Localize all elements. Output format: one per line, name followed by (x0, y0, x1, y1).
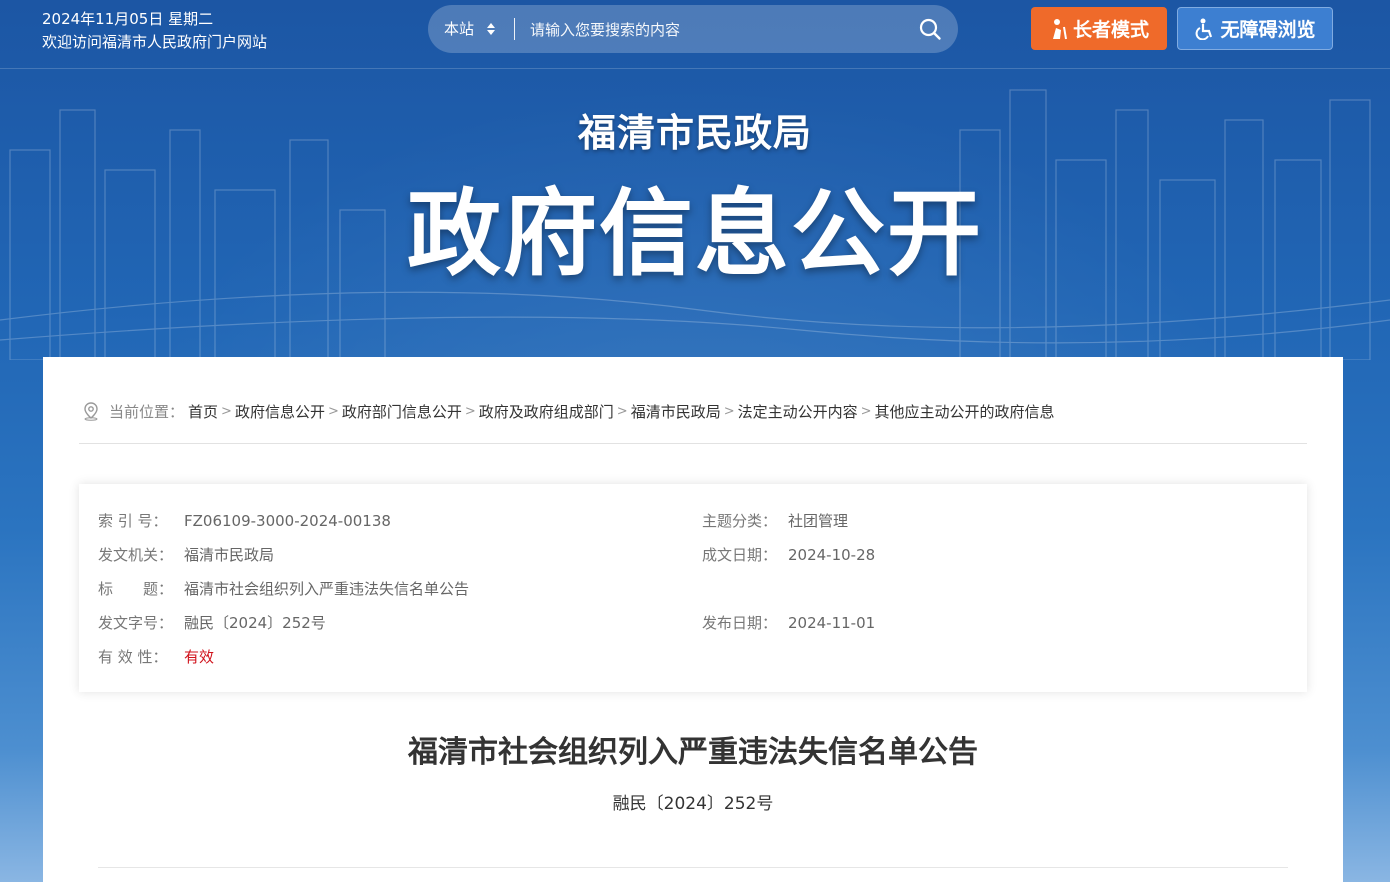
meta-validity: 有 效 性： 有效 (98, 646, 658, 668)
meta-key: 索 引 号： (98, 512, 168, 530)
search-icon[interactable] (918, 17, 942, 41)
current-date: 2024年11月05日 星期二 (42, 10, 214, 28)
section-title: 政府信息公开 (406, 180, 983, 289)
search-scope-select[interactable]: 本站 (444, 5, 474, 53)
breadcrumb-separator: > (723, 403, 735, 419)
breadcrumb-separator: > (616, 403, 628, 419)
welcome-text: 欢迎访问福清市人民政府门户网站 (42, 33, 268, 51)
meta-key: 发文字号： (98, 614, 174, 632)
meta-value: 2024-10-28 (788, 546, 876, 564)
breadcrumb-item-gov-info[interactable]: 政府信息公开 (235, 401, 325, 422)
document-divider (98, 867, 1288, 868)
breadcrumb-item-home[interactable]: 首页 (188, 401, 218, 422)
meta-key: 发布日期： (702, 614, 778, 632)
meta-issuer: 发文机关： 福清市民政局 (98, 544, 658, 566)
meta-value: 福清市民政局 (184, 546, 275, 564)
meta-key: 成文日期： (702, 546, 778, 564)
sort-arrows-icon[interactable] (486, 20, 496, 38)
breadcrumb-item-other-info[interactable]: 其他应主动公开的政府信息 (875, 401, 1055, 422)
location-pin-icon (84, 402, 98, 421)
accessibility-label: 无障碍浏览 (1220, 19, 1316, 41)
meta-value: 福清市社会组织列入严重违法失信名单公告 (184, 580, 470, 598)
search-input[interactable] (528, 13, 912, 47)
breadcrumb-item-statutory[interactable]: 法定主动公开内容 (738, 401, 858, 422)
validity-status: 有效 (184, 648, 215, 666)
meta-publish-date: 发布日期： 2024-11-01 (702, 612, 1262, 634)
department-title: 福清市民政局 (577, 111, 812, 155)
breadcrumb-separator: > (327, 403, 339, 419)
breadcrumb-separator: > (464, 403, 476, 419)
content-card: 当前位置： 首页 > 政府信息公开 > 政府部门信息公开 > 政府及政府组成部门… (43, 357, 1343, 882)
elder-mode-button[interactable]: 长者模式 (1031, 7, 1167, 50)
meta-key: 有 效 性： (98, 648, 168, 666)
breadcrumb-item-civil-affairs[interactable]: 福清市民政局 (631, 401, 721, 422)
meta-category: 主题分类： 社团管理 (702, 510, 1262, 532)
top-bar: 2024年11月05日 星期二 欢迎访问福清市人民政府门户网站 本站 长者模式 … (0, 0, 1390, 69)
document-title: 福清市社会组织列入严重违法失信名单公告 (408, 735, 978, 770)
meta-value: 融民〔2024〕252号 (184, 614, 326, 632)
breadcrumb-separator: > (221, 403, 232, 419)
breadcrumb-item-dept-info[interactable]: 政府部门信息公开 (342, 401, 462, 422)
document-number: 融民〔2024〕252号 (612, 794, 774, 814)
meta-key: 主题分类： (702, 512, 778, 530)
meta-value: FZ06109-3000-2024-00138 (184, 512, 391, 530)
accessibility-button[interactable]: 无障碍浏览 (1177, 7, 1333, 50)
search-divider (514, 18, 515, 40)
meta-index-no: 索 引 号： FZ06109-3000-2024-00138 (98, 510, 658, 532)
breadcrumb-separator: > (860, 403, 872, 419)
meta-key: 标 题： (98, 580, 174, 598)
meta-value: 社团管理 (788, 512, 849, 530)
meta-written-date: 成文日期： 2024-10-28 (702, 544, 1262, 566)
meta-title: 标 题： 福清市社会组织列入严重违法失信名单公告 (98, 578, 658, 600)
meta-doc-no: 发文字号： 融民〔2024〕252号 (98, 612, 658, 634)
breadcrumb-label: 当前位置： (109, 402, 185, 421)
meta-value: 2024-11-01 (788, 614, 876, 632)
breadcrumb-divider (79, 443, 1307, 444)
breadcrumb: 当前位置： 首页 > 政府信息公开 > 政府部门信息公开 > 政府及政府组成部门… (81, 399, 1311, 423)
elder-mode-label: 长者模式 (1072, 19, 1149, 41)
meta-key: 发文机关： (98, 546, 174, 564)
document-metadata: 索 引 号： FZ06109-3000-2024-00138 发文机关： 福清市… (79, 484, 1307, 692)
wheelchair-icon (1196, 18, 1213, 40)
elder-icon (1052, 18, 1067, 39)
search-bar: 本站 (428, 5, 958, 53)
breadcrumb-item-gov-depts[interactable]: 政府及政府组成部门 (479, 401, 614, 422)
